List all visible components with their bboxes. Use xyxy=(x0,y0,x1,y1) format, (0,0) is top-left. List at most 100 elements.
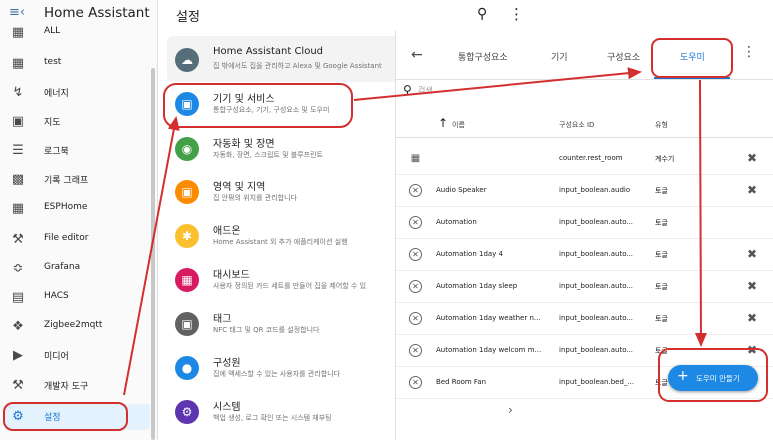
table-row[interactable]: ✕ Automation 1day 4 input_boolean.auto..… xyxy=(396,239,773,271)
sidebar-item-zigbee2mqtt[interactable]: ❖ Zigbee2mqtt xyxy=(0,314,152,340)
settings-item-subtitle: 통합구성요소, 기기, 구성요소 및 도우미 xyxy=(213,106,330,114)
tab-integrations[interactable]: 통합구성요소 xyxy=(458,50,508,63)
tab-entities[interactable]: 구성요소 xyxy=(607,50,640,63)
sidebar-item-label: HACS xyxy=(44,291,69,301)
close-circle-icon: ✕ xyxy=(409,280,422,293)
sidebar-item-hacs[interactable]: ▤ HACS xyxy=(0,285,152,311)
table-row[interactable]: ✕ Automation input_boolean.auto... 토글 xyxy=(396,207,773,239)
settings-item-title: 기기 및 서비스 xyxy=(213,94,275,105)
grid-icon: ▦ xyxy=(11,56,25,71)
settings-item-dashboards[interactable]: ▦ 대시보드 사용자 정의된 카드 세트를 만들어 집을 제어할 수 있 xyxy=(159,262,395,302)
sidebar-item-history[interactable]: ▩ 기록 그래프 xyxy=(0,167,152,193)
row-name: Automation 1day welcom m... xyxy=(436,346,542,354)
table-row[interactable]: ✕ Automation 1day sleep input_boolean.au… xyxy=(396,271,773,303)
edit-wand-icon[interactable]: ✖ xyxy=(747,151,757,165)
settings-item-addons[interactable]: ✱ 애드온 Home Assistant 외 추가 애플리케이션 실행 xyxy=(159,218,395,258)
create-helper-label: 도우미 만들기 xyxy=(696,374,740,383)
sidebar-item-label: Zigbee2mqtt xyxy=(44,320,103,330)
close-circle-icon: ✕ xyxy=(409,312,422,325)
settings-item-subtitle: Home Assistant 외 추가 애플리케이션 실행 xyxy=(213,238,348,246)
edit-wand-icon[interactable]: ✖ xyxy=(747,183,757,197)
sidebar-item-media[interactable]: ▶ 미디어 xyxy=(0,343,152,369)
row-entity-id: input_boolean.bed_... xyxy=(559,378,635,386)
settings-item-automations[interactable]: ◉ 자동화 및 장면 자동화, 장면, 스크립트 및 블루프린트 xyxy=(159,131,395,171)
sidebar-item-label: Grafana xyxy=(44,262,81,272)
page-title: 설정 xyxy=(176,10,200,25)
settings-item-cloud[interactable]: ☁ Home Assistant Cloud 집 밖에서도 집을 관리하고 Al… xyxy=(159,42,395,82)
table-row[interactable]: ▦ counter.rest_room 계수기 ✖ xyxy=(396,143,773,175)
settings-item-tags[interactable]: ▣ 태그 NFC 태그 및 QR 코드를 설정합니다 xyxy=(159,306,395,346)
sidebar-item-energy[interactable]: ↯ 에너지 xyxy=(0,80,152,106)
close-circle-icon: ✕ xyxy=(409,376,422,389)
settings-item-people[interactable]: ● 구성원 집에 액세스할 수 있는 사용자를 관리합니다 xyxy=(159,350,395,390)
sort-ascending-icon[interactable]: ↑ xyxy=(438,116,448,130)
search-input[interactable]: 검색 xyxy=(418,85,433,96)
chevron-right-icon[interactable]: › xyxy=(508,403,513,417)
sidebar-item-map[interactable]: ▣ 지도 xyxy=(0,109,152,135)
back-arrow-icon[interactable]: ← xyxy=(411,47,425,63)
tab-helpers[interactable]: 도우미 xyxy=(680,50,705,63)
settings-item-devices-services[interactable]: ▣ 기기 및 서비스 통합구성요소, 기기, 구성요소 및 도우미 xyxy=(159,86,395,126)
sidebar-item-label: 로그북 xyxy=(44,147,69,157)
gear-icon: ⚙ xyxy=(175,400,199,424)
close-circle-icon: ✕ xyxy=(409,248,422,261)
create-helper-button[interactable]: + 도우미 만들기 xyxy=(668,365,758,391)
sidebar-item-all[interactable]: ▦ ALL xyxy=(0,20,152,46)
table-row[interactable]: ✕ Automation 1day welcom m... input_bool… xyxy=(396,335,773,367)
sidebar-item-esphome[interactable]: ▦ ESPHome xyxy=(0,196,152,222)
edit-wand-icon[interactable]: ✖ xyxy=(747,279,757,293)
column-header-type[interactable]: 유형 xyxy=(655,120,668,130)
settings-item-title: 태그 xyxy=(213,314,232,325)
sidebar-item-file-editor[interactable]: ⚒ File editor xyxy=(0,227,152,253)
sidebar-item-label: ESPHome xyxy=(44,202,88,212)
settings-item-subtitle: 집 안팎의 위치를 관리합니다 xyxy=(213,194,297,202)
sidebar: ≡‹ Home Assistant ▦ ALL ▦ test ↯ 에너지 ▣ 지… xyxy=(0,0,158,440)
settings-item-title: 자동화 및 장면 xyxy=(213,139,275,150)
row-entity-id: counter.rest_room xyxy=(559,154,623,162)
more-vert-icon[interactable]: ⋮ xyxy=(742,44,756,60)
search-icon[interactable]: ⚲ xyxy=(477,6,493,22)
sidebar-item-developer-tools[interactable]: ⚒ 개발자 도구 xyxy=(0,373,152,399)
lightning-icon: ↯ xyxy=(12,85,24,100)
menu-collapse-icon[interactable]: ≡‹ xyxy=(9,5,25,21)
settings-item-title: 구성원 xyxy=(213,358,241,369)
sidebar-item-label: 에너지 xyxy=(44,89,69,99)
table-row[interactable]: ✕ Automation 1day weather n... input_boo… xyxy=(396,303,773,335)
table-row[interactable]: ✕ Audio Speaker input_boolean.audio 토글 ✖ xyxy=(396,175,773,207)
settings-item-system[interactable]: ⚙ 시스템 백업 생성, 로그 확인 또는 시스템 재부팅 xyxy=(159,394,395,434)
column-header-name[interactable]: 이름 xyxy=(452,120,465,130)
sofa-icon: ▣ xyxy=(175,180,199,204)
settings-item-subtitle: NFC 태그 및 QR 코드를 설정합니다 xyxy=(213,326,320,334)
search-icon: ⚲ xyxy=(403,83,412,97)
column-header-entity-id[interactable]: 구성요소 ID xyxy=(559,120,594,130)
tab-devices[interactable]: 기기 xyxy=(551,50,568,63)
more-vert-icon[interactable]: ⋮ xyxy=(509,5,524,23)
grid-icon: ▦ xyxy=(11,25,25,40)
plus-icon: + xyxy=(677,368,689,384)
settings-item-title: 영역 및 지역 xyxy=(213,182,266,193)
settings-item-title: Home Assistant Cloud xyxy=(213,46,324,57)
sidebar-item-logbook[interactable]: ☰ 로그북 xyxy=(0,138,152,164)
sidebar-scrollbar[interactable] xyxy=(151,68,155,440)
dashboard-icon: ▦ xyxy=(175,268,199,292)
row-type: 토글 xyxy=(655,379,668,387)
edit-wand-icon[interactable]: ✖ xyxy=(747,247,757,261)
active-tab-indicator xyxy=(654,77,730,79)
sidebar-item-settings[interactable]: ⚙ 설정 xyxy=(4,404,150,430)
sidebar-item-test[interactable]: ▦ test xyxy=(0,51,152,77)
edit-wand-icon[interactable]: ✖ xyxy=(747,311,757,325)
tag-icon: ▣ xyxy=(175,312,199,336)
gear-icon: ⚙ xyxy=(12,409,24,424)
row-name: Automation 1day weather n... xyxy=(436,314,541,322)
chip-icon: ▦ xyxy=(11,201,25,216)
edit-wand-icon[interactable]: ✖ xyxy=(747,343,757,357)
tab-bar: ← 통합구성요소 기기 구성요소 도우미 ⋮ xyxy=(396,30,773,80)
settings-item-areas[interactable]: ▣ 영역 및 지역 집 안팎의 위치를 관리합니다 xyxy=(159,174,395,214)
row-entity-id: input_boolean.audio xyxy=(559,186,631,194)
sidebar-item-grafana[interactable]: ≎ Grafana xyxy=(0,256,152,282)
search-bar[interactable]: ⚲ 검색 xyxy=(396,80,773,102)
row-entity-id: input_boolean.auto... xyxy=(559,218,634,226)
settings-item-subtitle: 자동화, 장면, 스크립트 및 블루프린트 xyxy=(213,151,323,159)
sidebar-item-label: 설정 xyxy=(44,413,61,423)
row-entity-id: input_boolean.auto... xyxy=(559,282,634,290)
